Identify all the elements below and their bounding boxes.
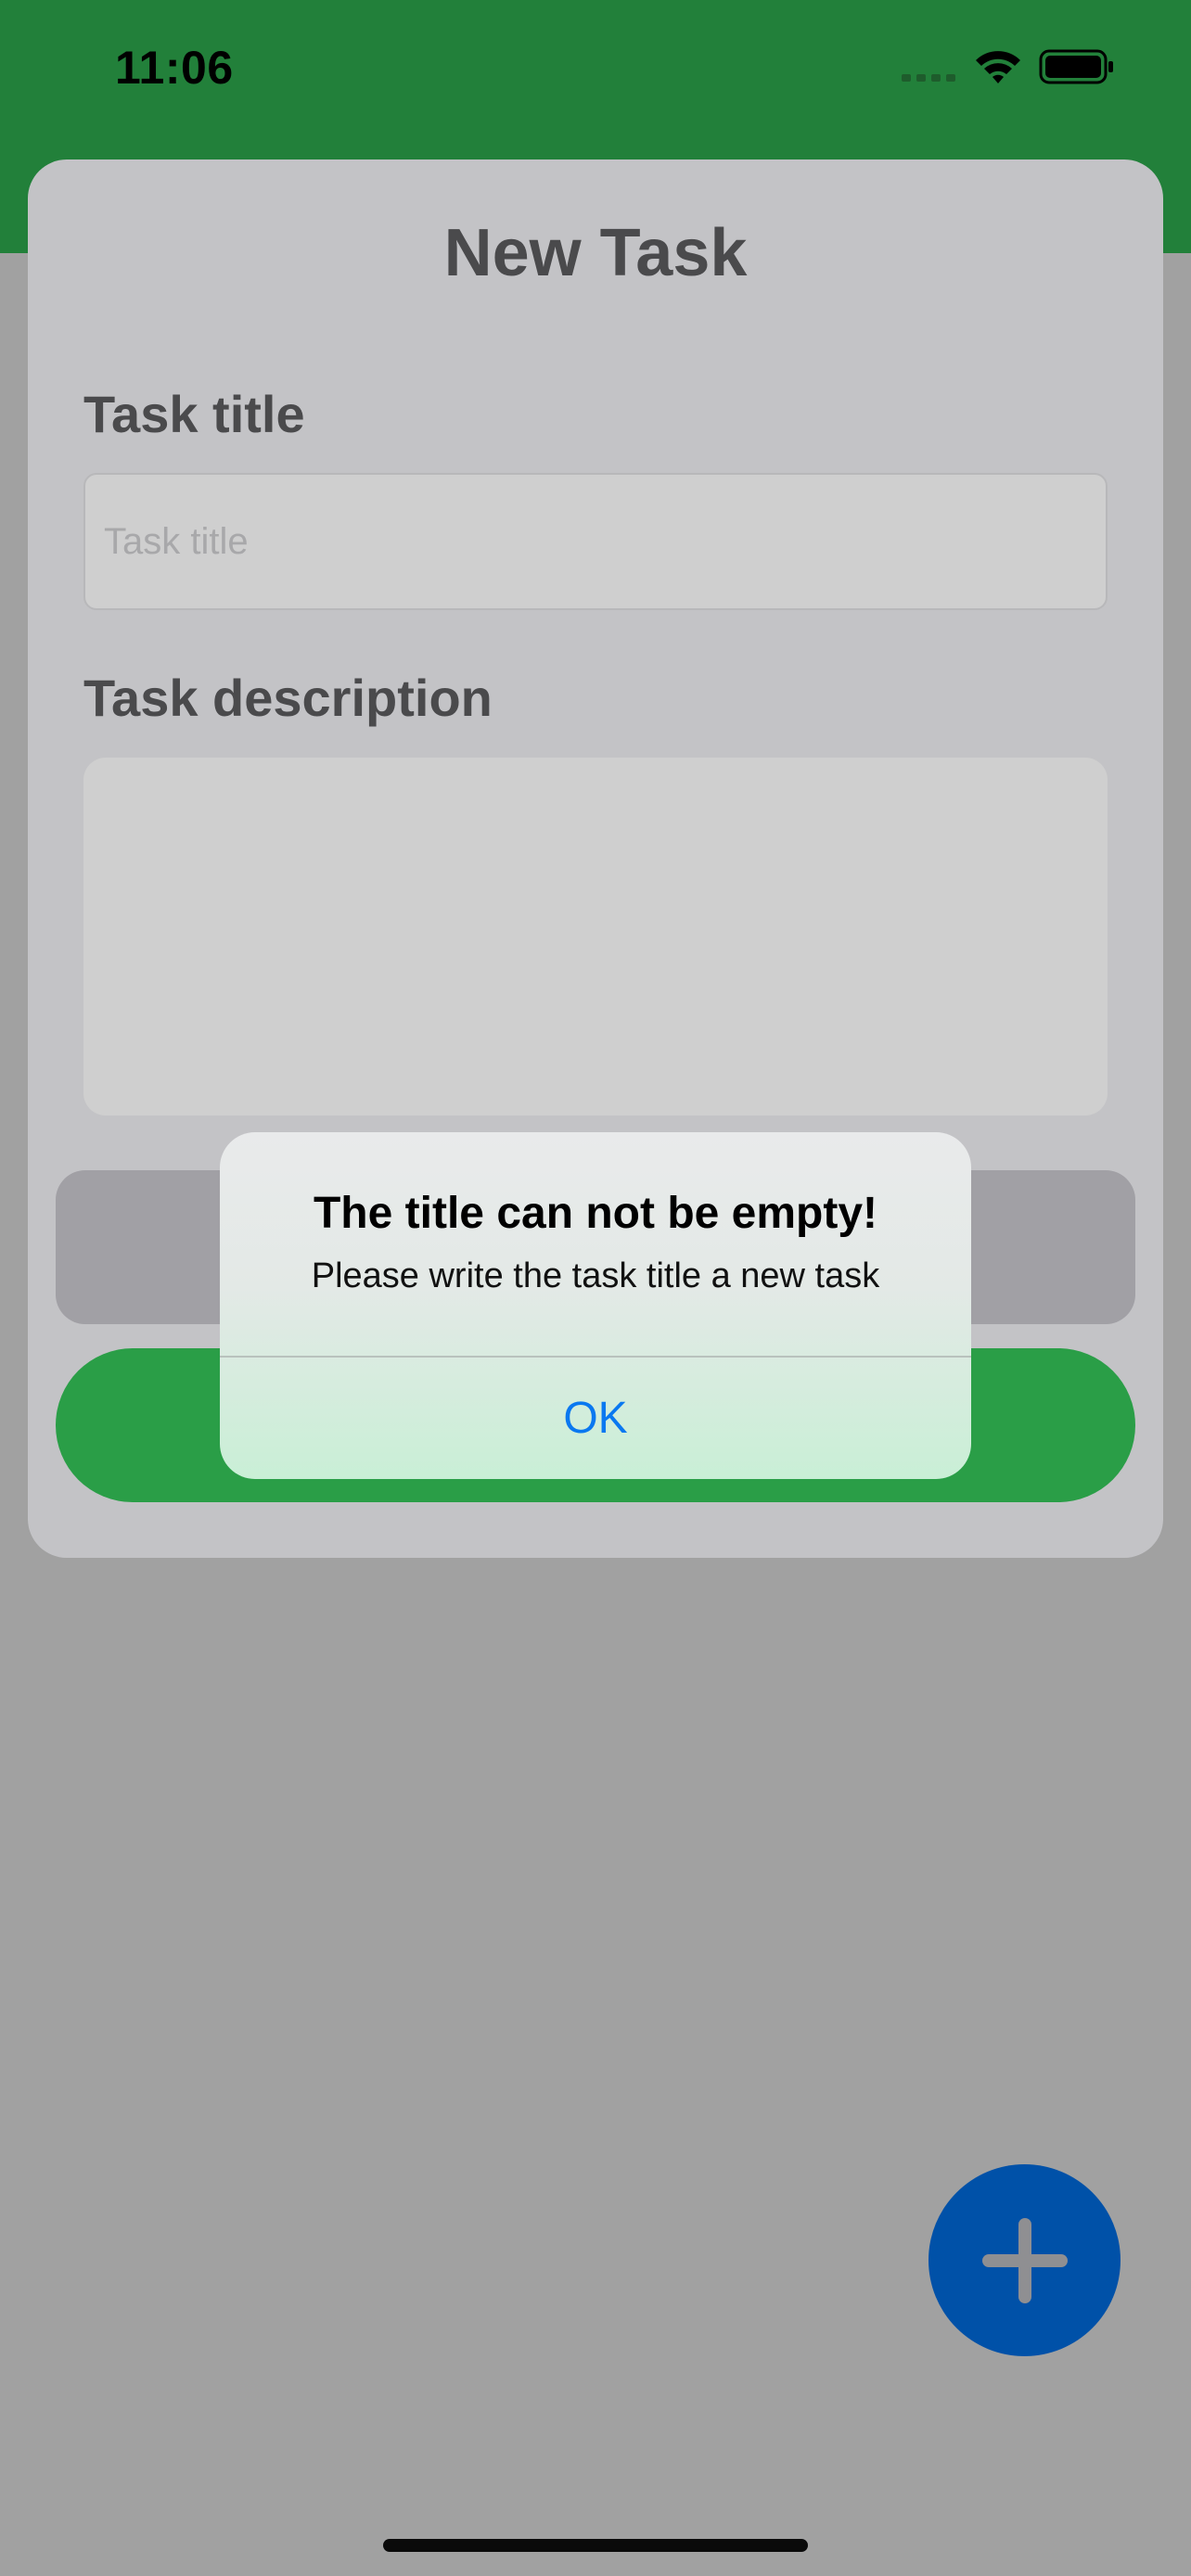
task-title-label: Task title (83, 385, 305, 443)
sheet-title: New Task (443, 216, 748, 290)
battery-icon (1039, 49, 1113, 84)
task-title-input[interactable] (83, 473, 1108, 610)
task-description-input[interactable] (83, 758, 1108, 1116)
status-time: 11:06 (115, 42, 234, 94)
task-description-label: Task description (83, 669, 493, 727)
alert-ok-button[interactable]: OK (220, 1358, 971, 1479)
cellular-signal-icon (902, 74, 955, 82)
alert-title: The title can not be empty! (313, 1189, 878, 1238)
alert-message: Please write the task title a new task (311, 1256, 880, 1295)
status-bar: 11:06 (0, 0, 1191, 139)
alert-dialog: The title can not be empty! Please write… (220, 1132, 971, 1479)
home-indicator[interactable] (383, 2539, 808, 2552)
add-task-button[interactable] (928, 2164, 1121, 2356)
wifi-icon (976, 51, 1020, 83)
plus-icon (981, 2217, 1068, 2303)
